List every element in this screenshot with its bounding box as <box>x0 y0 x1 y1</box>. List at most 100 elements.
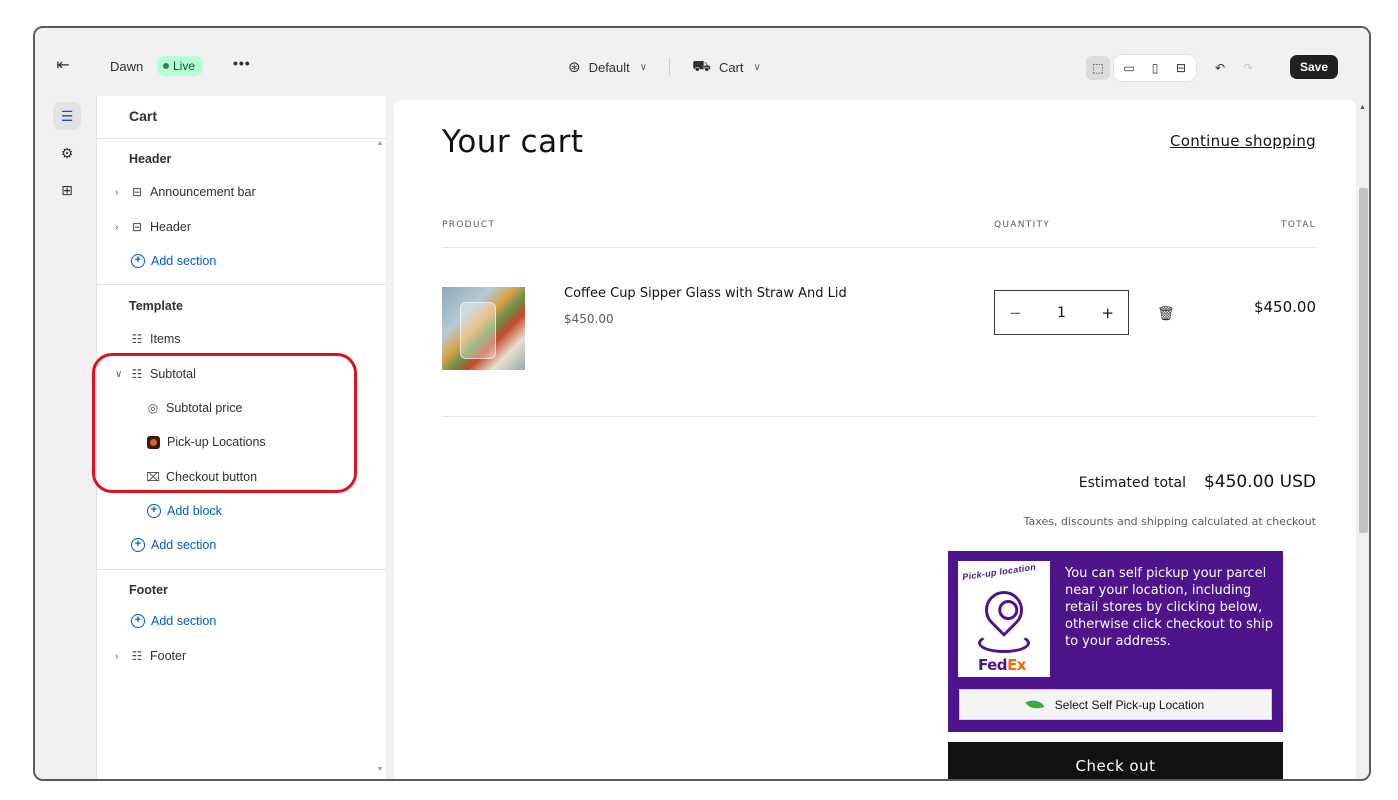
column-header-quantity: QUANTITY <box>994 220 1051 230</box>
undo-icon[interactable]: ↶ <box>1208 56 1232 80</box>
tax-note: Taxes, discounts and shipping calculated… <box>1023 515 1316 528</box>
logo-arc-text: Pick-up location <box>961 561 1037 583</box>
live-badge: Live <box>157 56 204 76</box>
brand-fe: Fed <box>978 656 1008 674</box>
increase-quantity-button[interactable]: + <box>1101 304 1114 322</box>
page-title: Your cart <box>442 124 584 160</box>
template-dropdown-label: Default <box>588 59 630 75</box>
column-header-product: PRODUCT <box>442 220 496 230</box>
context-switcher: ⊛ Default ∨ ⛟ Cart ∨ <box>568 56 761 78</box>
storefront-preview: Your cart Continue shopping PRODUCT QUAN… <box>394 100 1356 779</box>
page-dropdown-label: Cart <box>718 59 744 75</box>
scroll-up-icon[interactable]: ▲ <box>375 140 385 147</box>
column-header-total: TOTAL <box>1280 220 1316 230</box>
toolbar-divider <box>669 58 671 76</box>
cart-icon: ⛟ <box>692 57 711 75</box>
mobile-view-icon[interactable]: ▯ <box>1143 56 1167 80</box>
live-dot-icon <box>163 63 169 69</box>
section-group-icon: ⊟ <box>131 185 143 199</box>
add-section-label: Add section <box>151 254 217 268</box>
scroll-down-icon[interactable]: ▼ <box>375 766 385 773</box>
add-block-label: Add block <box>167 504 222 518</box>
sidebar-title: Cart <box>129 108 158 124</box>
chevron-down-icon: ∨ <box>639 61 648 73</box>
select-pickup-location-button[interactable]: Select Self Pick-up Location <box>959 689 1272 720</box>
product-name-link[interactable]: Coffee Cup Sipper Glass with Straw And L… <box>564 286 847 301</box>
sidebar-item-items[interactable]: ☷ Items <box>129 329 181 349</box>
line-total: $450.00 <box>1253 298 1316 316</box>
checkout-button[interactable]: Check out <box>948 742 1283 779</box>
top-bar: ⇤ Dawn Live ••• ⊛ Default ∨ ⛟ Cart ∨ ⬚ ▭ <box>35 28 1369 96</box>
location-pin-icon <box>977 583 1031 637</box>
fedex-brand: FedEx <box>978 656 1026 674</box>
page-dropdown[interactable]: ⛟ Cart ∨ <box>692 58 761 77</box>
sidebar-divider <box>97 284 386 285</box>
exit-icon[interactable]: ⇤ <box>53 56 73 76</box>
estimated-total-label: Estimated total <box>1078 475 1186 491</box>
estimated-total-amount: $450.00 USD <box>1203 472 1316 492</box>
group-template-title: Template <box>129 299 183 313</box>
add-section-button[interactable]: + Add section <box>131 611 216 631</box>
scroll-down-icon[interactable]: ▼ <box>1359 779 1366 781</box>
more-actions-button[interactable]: ••• <box>233 55 251 71</box>
table-divider <box>442 247 1316 248</box>
brand-ex: Ex <box>1007 656 1026 674</box>
scroll-up-icon[interactable]: ▲ <box>1359 104 1366 111</box>
select-pickup-label: Select Self Pick-up Location <box>1054 697 1205 712</box>
chevron-right-icon: › <box>115 221 119 233</box>
gear-icon[interactable]: ⚙ <box>53 139 81 167</box>
section-icon: ☷ <box>131 332 143 346</box>
plus-circle-icon: + <box>131 254 145 268</box>
desktop-view-icon[interactable]: ▭ <box>1117 56 1141 80</box>
view-controls: ⬚ ▭ ▯ ⊟ ↶ ↷ <box>1086 55 1260 81</box>
table-divider <box>442 416 1316 417</box>
add-section-label: Add section <box>151 614 217 628</box>
trash-icon[interactable]: 🗑 <box>1157 305 1175 322</box>
apps-icon[interactable]: ⊞ <box>53 176 81 204</box>
globe-icon: ⊛ <box>568 59 581 76</box>
decrease-quantity-button[interactable]: − <box>1009 304 1022 322</box>
estimated-total: Estimated total $450.00 USD <box>1079 472 1316 492</box>
add-section-label: Add section <box>151 538 217 552</box>
continue-shopping-link[interactable]: Continue shopping <box>1170 132 1316 150</box>
sidebar-item-label: Header <box>150 220 191 234</box>
theme-name: Dawn <box>110 59 144 74</box>
product-unit-price: $450.00 <box>564 312 614 326</box>
add-section-button[interactable]: + Add section <box>131 251 216 271</box>
sidebar-divider <box>97 569 386 570</box>
sections-icon[interactable]: ☰ <box>53 102 81 130</box>
save-button[interactable]: Save <box>1290 55 1338 79</box>
redo-icon[interactable]: ↷ <box>1236 56 1260 80</box>
sidebar-item-label: Announcement bar <box>150 185 256 199</box>
section-icon: ☷ <box>131 649 143 663</box>
preview-scrollbar[interactable]: ▲ ▼ <box>1356 100 1369 781</box>
chevron-right-icon: › <box>115 650 119 662</box>
template-dropdown[interactable]: ⊛ Default ∨ <box>568 58 647 76</box>
live-badge-label: Live <box>173 59 196 73</box>
sidebar-item-label: Footer <box>150 649 187 663</box>
plus-circle-icon: + <box>131 538 145 552</box>
sidebar-item-announcement-bar[interactable]: › ⊟ Announcement bar <box>115 182 256 202</box>
quantity-stepper[interactable]: − 1 + <box>994 290 1129 335</box>
group-footer-title: Footer <box>129 583 168 597</box>
full-width-view-icon[interactable]: ⊟ <box>1169 56 1193 80</box>
inspector-toggle-icon[interactable]: ⬚ <box>1086 56 1110 80</box>
device-switcher: ▭ ▯ ⊟ <box>1114 55 1196 81</box>
icon-rail: ☰ ⚙ ⊞ <box>35 96 97 779</box>
scrollbar-thumb[interactable] <box>1359 188 1368 533</box>
sidebar-item-footer[interactable]: › ☷ Footer <box>115 646 186 666</box>
quantity-value[interactable]: 1 <box>1057 305 1066 321</box>
product-thumbnail[interactable] <box>442 287 525 370</box>
plus-circle-icon: + <box>147 504 161 518</box>
sidebar-scrollbar[interactable]: ▲ ▼ <box>375 96 385 779</box>
add-section-button[interactable]: + Add section <box>131 535 216 555</box>
sidebar-divider <box>97 138 386 139</box>
chevron-down-icon: ∨ <box>753 61 761 73</box>
group-header-title: Header <box>129 152 172 166</box>
pin-ring-icon <box>978 633 1030 653</box>
annotation-highlight <box>92 353 357 493</box>
sidebar-item-header[interactable]: › ⊟ Header <box>115 217 191 237</box>
fedex-pickup-logo: Pick-up location FedEx <box>958 561 1050 677</box>
pickup-description: You can self pickup your parcel near you… <box>1065 566 1274 649</box>
add-block-button[interactable]: + Add block <box>147 501 222 521</box>
